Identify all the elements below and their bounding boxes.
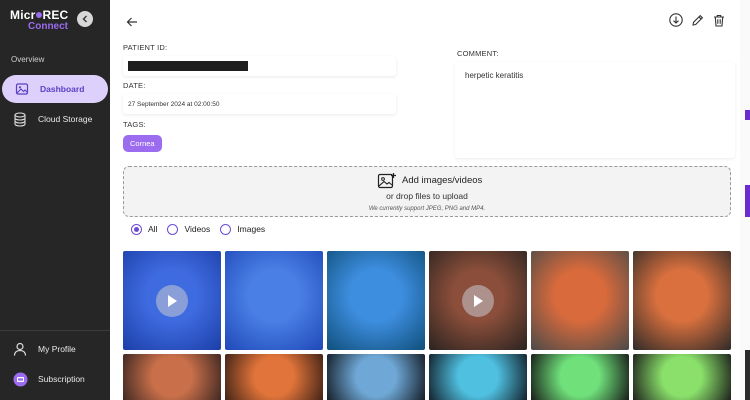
comment-value: herpetic keratitis [465,71,524,80]
image-thumbnail[interactable] [531,354,629,400]
play-icon [156,284,188,317]
sidebar-item-dashboard[interactable]: Dashboard [2,75,108,103]
sidebar-item-label: Dashboard [40,84,85,94]
download-button[interactable] [668,12,684,28]
filter-label: Images [237,224,266,234]
image-icon [14,81,30,97]
radio-unselected-icon [220,223,232,235]
edit-button[interactable] [689,12,705,28]
date-value: 27 September 2024 at 02:00:50 [128,100,220,108]
main-content: PATIENT ID: DATE: 27 September 2024 at 0… [110,0,740,400]
image-thumbnail[interactable] [327,251,425,350]
image-thumbnail[interactable] [327,354,425,400]
upload-dropzone[interactable]: Add images/videos or drop files to uploa… [123,166,731,217]
filter-all-radio[interactable]: All [131,223,158,235]
image-thumbnail[interactable] [633,354,731,400]
sidebar-item-label: Subscription [38,374,85,384]
filter-videos-radio[interactable]: Videos [167,223,211,235]
tags-label: TAGS: [123,120,146,129]
pencil-icon [691,14,703,26]
image-thumbnail[interactable] [531,251,629,350]
radio-selected-icon [131,223,142,235]
user-icon [12,341,28,357]
upload-title: Add images/videos [402,175,483,186]
play-icon [462,284,494,317]
video-thumbnail[interactable] [123,251,221,350]
scroll-marker [745,185,750,217]
filter-label: Videos [184,224,211,234]
upload-subtitle: or drop files to upload [386,191,468,201]
date-label: DATE: [123,81,146,90]
tag-chip[interactable]: Cornea [123,135,162,152]
add-image-icon [377,173,396,189]
collapse-sidebar-button[interactable] [77,11,93,27]
image-thumbnail[interactable] [225,354,323,400]
sidebar-item-subscription[interactable]: Subscription [0,365,110,393]
sidebar-section-label: Overview [11,55,45,64]
comment-label: COMMENT: [457,49,499,58]
video-thumbnail[interactable] [429,251,527,350]
sidebar-item-label: Cloud Storage [38,114,93,124]
chevron-left-icon [82,15,87,23]
subscription-icon [12,371,28,387]
database-icon [12,111,28,127]
date-field[interactable]: 27 September 2024 at 02:00:50 [123,94,396,114]
arrow-left-icon [126,17,137,27]
patient-id-label: PATIENT ID: [123,43,168,52]
filter-images-radio[interactable]: Images [220,223,266,235]
image-thumbnail[interactable] [429,354,527,400]
sidebar-item-label: My Profile [38,344,76,354]
patient-id-field[interactable] [123,56,396,76]
page-scroll-thumb[interactable] [745,350,750,400]
sidebar-divider [0,330,110,331]
image-thumbnail[interactable] [123,354,221,400]
comment-field[interactable]: herpetic keratitis [455,62,735,158]
image-thumbnail[interactable] [225,251,323,350]
upload-format-note: We currently support JPEG, PNG and MP4. [368,206,486,212]
trash-icon [714,14,724,27]
back-button[interactable] [124,14,140,30]
sidebar: Micr REC Connect Overview Dashboard Cloud… [0,0,110,400]
filter-label: All [148,224,158,234]
scroll-marker [745,110,750,120]
image-thumbnail[interactable] [633,251,731,350]
media-filter: All Videos Images [131,222,275,236]
patient-id-redacted-value [128,61,248,71]
app-logo[interactable]: Micr REC Connect [10,9,68,32]
radio-unselected-icon [167,223,179,235]
download-icon [669,13,683,27]
sidebar-item-my-profile[interactable]: My Profile [0,335,110,363]
delete-button[interactable] [711,12,727,28]
sidebar-item-cloud-storage[interactable]: Cloud Storage [0,105,110,133]
